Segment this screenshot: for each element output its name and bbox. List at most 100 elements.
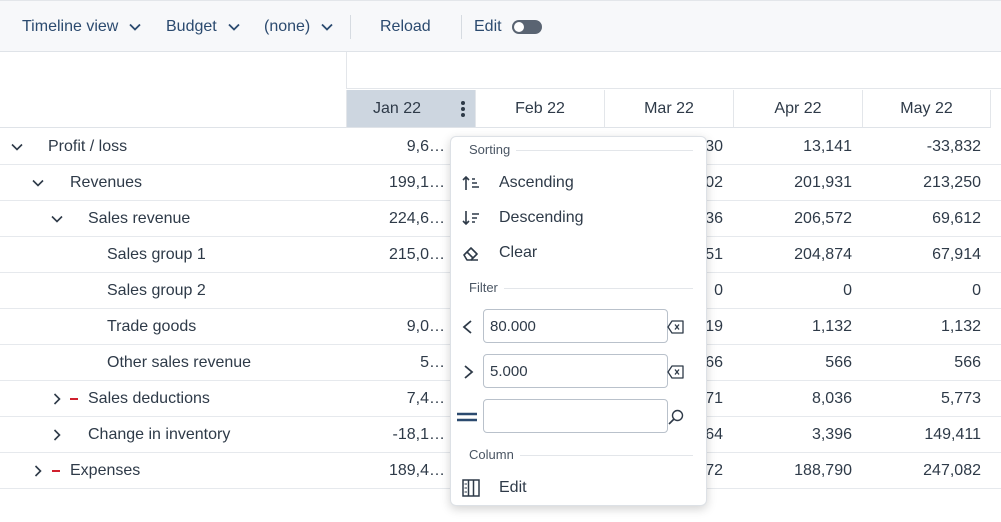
cell-apr[interactable]: 8,036 [733, 381, 862, 417]
cell-apr[interactable]: 206,572 [733, 201, 862, 237]
cell-apr[interactable]: 1,132 [733, 309, 862, 345]
none-dropdown[interactable]: (none) [264, 1, 334, 53]
column-menu-popup: Sorting Ascending Descending Clear Filte… [450, 136, 707, 506]
row-label: Profit / loss [48, 138, 128, 155]
greater-than-icon [464, 365, 474, 379]
edit-switch[interactable] [511, 20, 542, 34]
column-section-title: Column [469, 447, 520, 462]
greater-than-filter-input[interactable] [483, 354, 668, 388]
chevron-down-icon[interactable] [10, 140, 24, 154]
sort-ascending-icon [462, 175, 479, 190]
cell-apr[interactable]: 3,396 [733, 417, 862, 453]
chevron-right-icon[interactable] [50, 428, 64, 442]
sort-descending-icon [462, 211, 479, 226]
cell-jan[interactable] [346, 273, 455, 309]
column-header-label: Feb 22 [515, 99, 565, 117]
cell-may[interactable]: 213,250 [862, 165, 991, 201]
header-band [346, 52, 1001, 89]
cell-jan[interactable]: 9,6… [346, 129, 455, 165]
chevron-down-icon [129, 23, 141, 31]
timeline-view-dropdown[interactable]: Timeline view [22, 1, 142, 53]
row-label: Sales deductions [88, 390, 210, 407]
kebab-menu-icon[interactable] [461, 101, 465, 117]
chevron-down-icon[interactable] [50, 212, 64, 226]
cell-jan[interactable]: 199,1… [346, 165, 455, 201]
minus-marker [70, 398, 78, 400]
row-label: Sales group 1 [107, 246, 206, 263]
row-label: Sales group 2 [107, 282, 206, 299]
column-header-mar[interactable]: Mar 22 [604, 90, 733, 128]
toolbar: Timeline view Budget (none) Reload Edit [0, 0, 1001, 52]
clear-sort-label: Clear [499, 244, 538, 261]
search-icon[interactable] [667, 408, 685, 426]
column-header-label: Mar 22 [644, 99, 694, 117]
filter-section-title: Filter [469, 280, 504, 295]
cell-may[interactable]: 566 [862, 345, 991, 381]
reload-button[interactable]: Reload [380, 1, 431, 53]
cell-jan[interactable]: 7,4… [346, 381, 455, 417]
sort-descending-item[interactable]: Descending [451, 201, 706, 235]
sort-descending-label: Descending [499, 209, 584, 226]
row-label: Expenses [70, 462, 141, 479]
budget-dropdown[interactable]: Budget [166, 1, 241, 53]
cell-jan[interactable]: 189,4… [346, 453, 455, 489]
row-label: Other sales revenue [107, 354, 252, 371]
budget-label: Budget [166, 18, 217, 35]
column-header-feb[interactable]: Feb 22 [475, 90, 604, 128]
sort-ascending-item[interactable]: Ascending [451, 166, 706, 200]
cell-apr[interactable]: 188,790 [733, 453, 862, 489]
clear-sort-item[interactable]: Clear [451, 236, 706, 270]
row-header-corner [0, 90, 346, 128]
column-edit-label: Edit [499, 479, 527, 496]
cell-apr[interactable]: 201,931 [733, 165, 862, 201]
chevron-down-icon[interactable] [31, 176, 45, 190]
row-label: Change in inventory [88, 426, 231, 443]
column-header-jan[interactable]: Jan 22 [346, 90, 475, 128]
minus-marker [52, 470, 60, 472]
sorting-section-title: Sorting [469, 142, 517, 157]
cell-may[interactable]: 1,132 [862, 309, 991, 345]
cell-may[interactable]: 69,612 [862, 201, 991, 237]
cell-may[interactable]: 67,914 [862, 237, 991, 273]
edit-label: Edit [474, 18, 502, 35]
toolbar-divider [350, 15, 351, 39]
column-edit-item[interactable]: Edit [451, 471, 706, 505]
cell-may[interactable]: 5,773 [862, 381, 991, 417]
equals-filter-input[interactable] [483, 399, 668, 433]
cell-may[interactable]: 149,411 [862, 417, 991, 453]
none-label: (none) [264, 18, 311, 35]
cell-may[interactable]: 0 [862, 273, 991, 309]
cell-apr[interactable]: 204,874 [733, 237, 862, 273]
column-header-may[interactable]: May 22 [862, 90, 991, 128]
backspace-icon[interactable] [667, 320, 685, 334]
cell-jan[interactable]: 215,0… [346, 237, 455, 273]
cell-jan[interactable]: 5… [346, 345, 455, 381]
column-header-label: May 22 [900, 99, 953, 117]
cell-apr[interactable]: 566 [733, 345, 862, 381]
toolbar-divider [461, 15, 462, 39]
cell-apr[interactable]: 13,141 [733, 129, 862, 165]
chevron-down-icon [228, 23, 240, 31]
sort-ascending-label: Ascending [499, 174, 574, 191]
chevron-right-icon[interactable] [31, 464, 45, 478]
column-header-label: Apr 22 [774, 99, 822, 117]
column-header-apr[interactable]: Apr 22 [733, 90, 862, 128]
columns-icon [462, 479, 480, 497]
cell-jan[interactable]: 224,6… [346, 201, 455, 237]
row-label: Sales revenue [88, 210, 191, 227]
backspace-icon[interactable] [667, 365, 685, 379]
cell-may[interactable]: 247,082 [862, 453, 991, 489]
equals-icon [457, 412, 477, 422]
reload-label: Reload [380, 18, 431, 35]
row-label: Revenues [70, 174, 143, 191]
cell-jan[interactable]: -18,1… [346, 417, 455, 453]
edit-toggle[interactable]: Edit [474, 1, 542, 53]
chevron-down-icon [321, 23, 333, 31]
chevron-right-icon[interactable] [50, 392, 64, 406]
eraser-icon [463, 247, 478, 261]
less-than-icon [462, 320, 472, 334]
cell-jan[interactable]: 9,0… [346, 309, 455, 345]
cell-apr[interactable]: 0 [733, 273, 862, 309]
cell-may[interactable]: -33,832 [862, 129, 991, 165]
less-than-filter-input[interactable] [483, 309, 668, 343]
